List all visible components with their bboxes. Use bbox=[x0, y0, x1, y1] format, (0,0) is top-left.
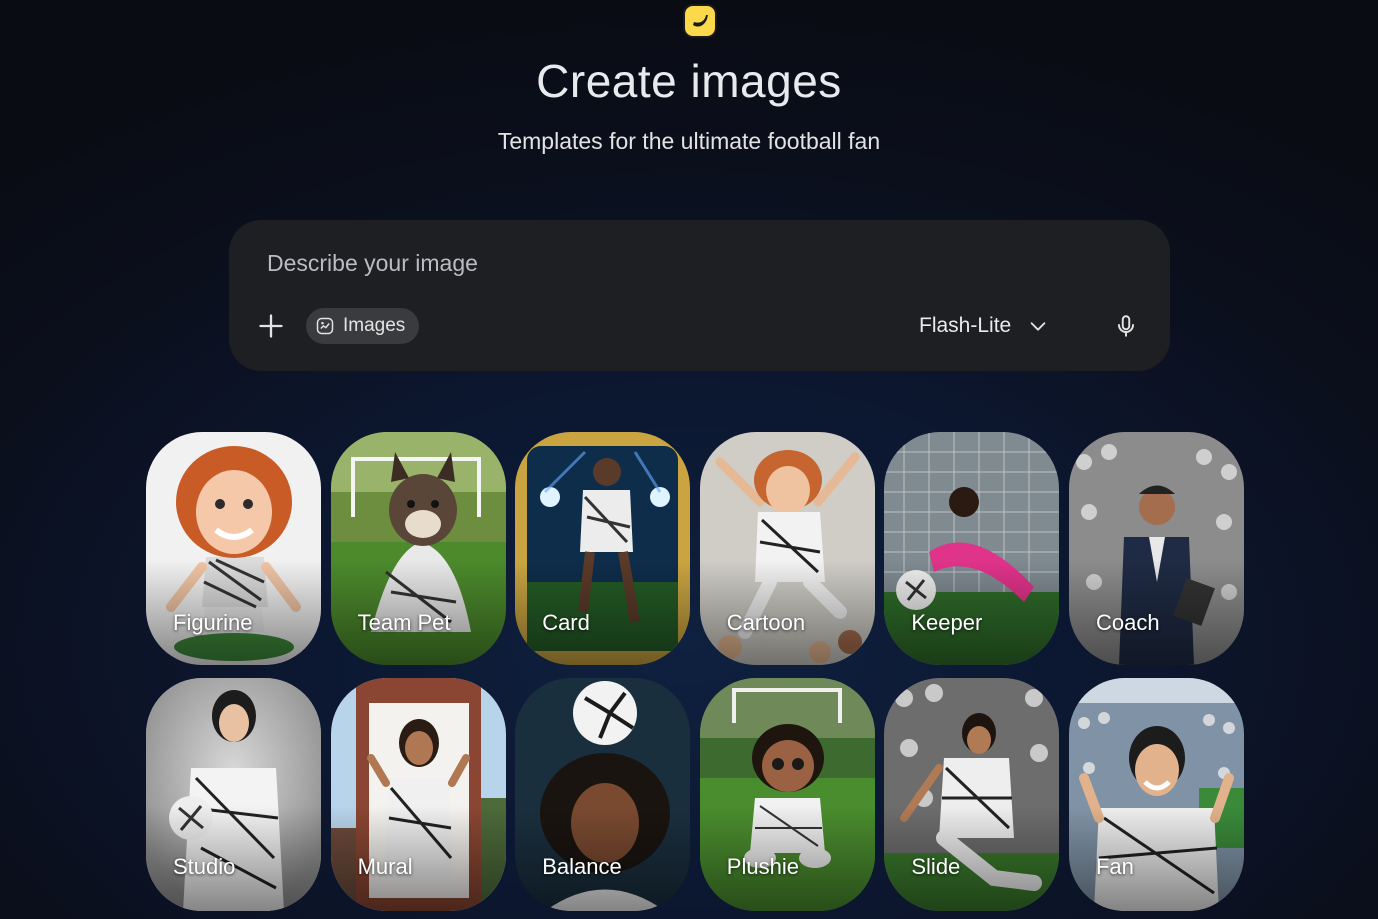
image-icon bbox=[316, 317, 334, 335]
template-tile-keeper[interactable]: Keeper bbox=[884, 432, 1060, 665]
template-label: Keeper bbox=[911, 610, 983, 635]
prompt-box: Images Flash-Lite bbox=[229, 220, 1170, 371]
chevron-down-icon bbox=[1030, 322, 1046, 331]
template-label: Studio bbox=[173, 854, 236, 879]
add-button[interactable] bbox=[251, 306, 291, 346]
template-label: Figurine bbox=[173, 610, 253, 635]
page-title: Create images bbox=[536, 55, 842, 107]
template-label: Card bbox=[542, 610, 590, 635]
template-tile-balance[interactable]: Balance bbox=[515, 678, 691, 911]
images-tool-chip[interactable]: Images bbox=[306, 308, 420, 344]
template-label: Team Pet bbox=[357, 610, 451, 635]
template-tile-figurine[interactable]: Figurine bbox=[146, 432, 321, 665]
images-tool-label: Images bbox=[343, 315, 406, 336]
microphone-icon bbox=[1117, 315, 1135, 337]
template-tile-cartoon[interactable]: Cartoon bbox=[699, 432, 875, 665]
banana-icon bbox=[693, 15, 708, 27]
plus-icon bbox=[259, 314, 283, 338]
model-selector[interactable]: Flash-Lite bbox=[919, 306, 1049, 346]
template-tile-fan[interactable]: Fan bbox=[1068, 678, 1244, 911]
template-grid: Figurine Team Pet Card Cartoon Keeper Co… bbox=[146, 432, 1244, 911]
microphone-button[interactable] bbox=[1106, 306, 1146, 346]
template-tile-mural[interactable]: Mural bbox=[330, 678, 506, 911]
template-label: Coach bbox=[1095, 610, 1160, 635]
template-tile-plushie[interactable]: Plushie bbox=[699, 678, 875, 911]
page-subtitle: Templates for the ultimate football fan bbox=[497, 128, 881, 154]
model-label: Flash-Lite bbox=[919, 314, 1012, 337]
app-logo-banana-icon bbox=[683, 4, 717, 38]
template-tile-slide[interactable]: Slide bbox=[884, 678, 1060, 911]
template-tile-team-pet[interactable]: Team Pet bbox=[330, 432, 506, 665]
prompt-input[interactable] bbox=[265, 246, 1089, 280]
template-label: Slide bbox=[911, 854, 961, 879]
template-label: Cartoon bbox=[726, 610, 806, 635]
template-label: Plushie bbox=[726, 854, 799, 879]
template-tile-coach[interactable]: Coach bbox=[1068, 432, 1244, 665]
template-label: Balance bbox=[542, 854, 622, 879]
template-label: Fan bbox=[1095, 854, 1134, 879]
template-label: Mural bbox=[357, 854, 413, 879]
template-tile-studio[interactable]: Studio bbox=[146, 678, 321, 911]
template-tile-card[interactable]: Card bbox=[515, 432, 691, 665]
